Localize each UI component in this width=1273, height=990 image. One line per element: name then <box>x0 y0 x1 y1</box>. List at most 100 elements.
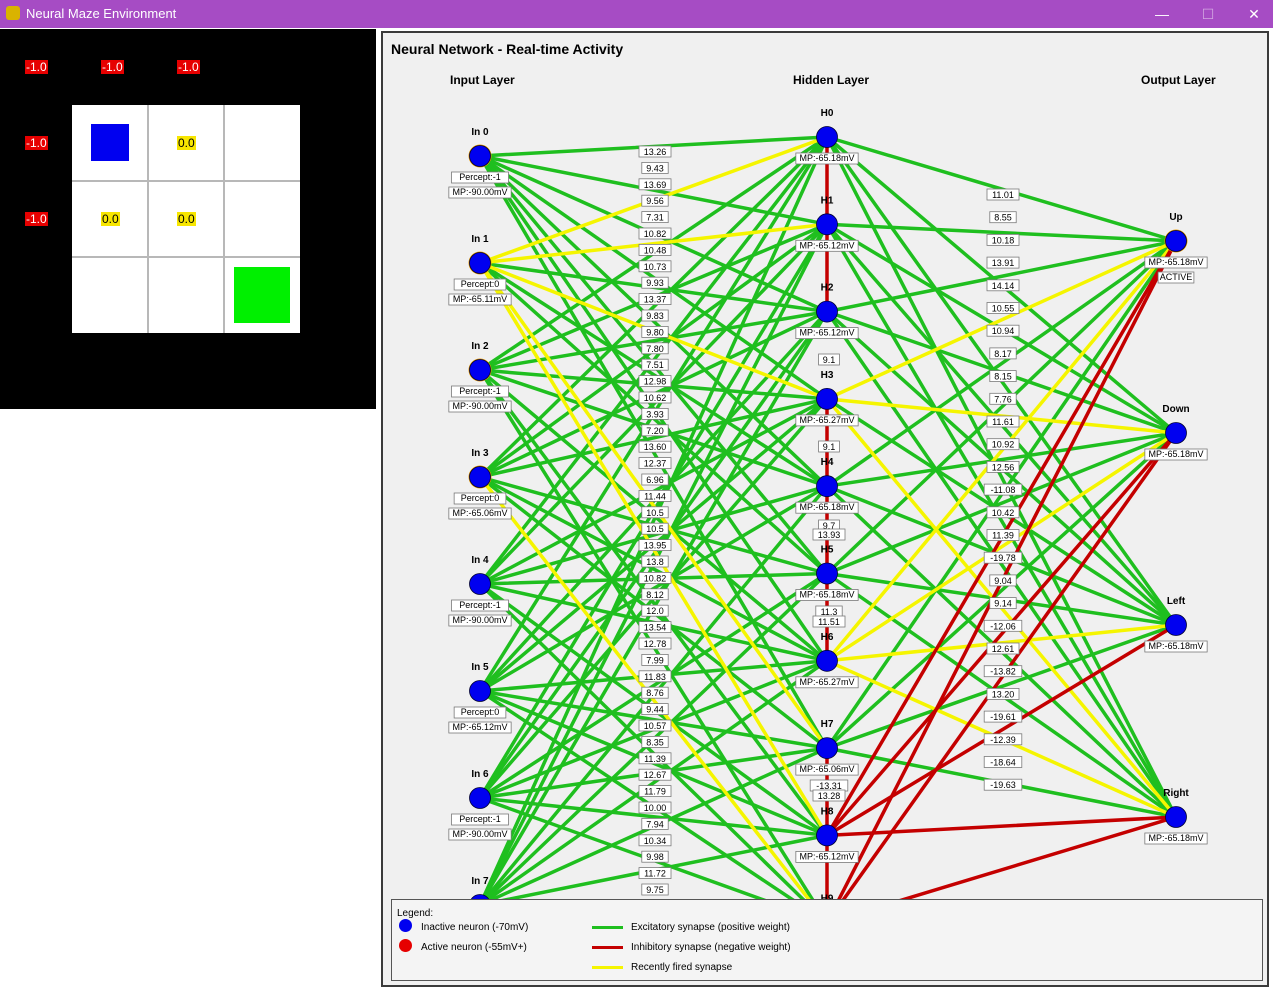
window-titlebar: Neural Maze Environment — ☐ ✕ <box>0 0 1273 28</box>
neuron <box>816 213 838 236</box>
inhibitory-synapse <box>837 239 1178 899</box>
membrane-potential-label: MP:-90.00mV <box>452 615 507 625</box>
weight-label: 12.56 <box>992 462 1015 472</box>
weight-label: 6.96 <box>646 475 664 485</box>
membrane-potential-label: MP:-65.12mV <box>799 240 854 250</box>
neuron <box>469 359 491 381</box>
input-neuron-name: In 0 <box>471 127 489 138</box>
weight-label: 10.82 <box>644 229 667 239</box>
neuron <box>816 824 838 847</box>
weight-label: 9.75 <box>646 885 664 895</box>
weight-label: 8.12 <box>646 590 664 600</box>
weight-label: 7.31 <box>646 213 664 223</box>
membrane-potential-label: MP:-65.12mV <box>452 722 507 732</box>
reward-label: -1.0 <box>25 136 48 150</box>
membrane-potential-label: MP:-90.00mV <box>452 401 507 411</box>
fired-swatch <box>592 966 623 969</box>
weight-label: 11.72 <box>644 869 666 879</box>
neuron <box>816 737 838 759</box>
minimize-button[interactable]: — <box>1139 0 1185 28</box>
weight-label: 7.94 <box>646 819 664 829</box>
weight-label: 12.67 <box>644 770 667 780</box>
neuron <box>816 649 838 672</box>
percept-label: Percept:0 <box>461 707 500 717</box>
weight-label: 10.57 <box>644 721 667 731</box>
close-button[interactable]: ✕ <box>1231 0 1273 28</box>
hidden-neuron-name: H6 <box>821 632 834 643</box>
weight-label: 11.01 <box>992 190 1014 200</box>
weight-label: 7.80 <box>646 344 664 354</box>
percept-label: Percept:0 <box>461 279 500 289</box>
hidden-neuron-name: H5 <box>821 545 834 556</box>
legend-excitatory: Excitatory synapse (positive weight) <box>631 922 790 933</box>
hidden-neuron-name: H2 <box>821 283 834 294</box>
weight-label: 13.37 <box>644 295 667 305</box>
hidden-neuron-name: H3 <box>821 370 834 381</box>
active-neuron-swatch <box>399 939 412 952</box>
weight-label: 13.60 <box>644 442 667 452</box>
reward-label: -1.0 <box>25 212 48 226</box>
weight-label: 7.76 <box>994 394 1012 404</box>
neuron <box>1165 806 1187 828</box>
weight-label: 8.55 <box>994 213 1012 223</box>
weight-label: -18.64 <box>990 758 1016 768</box>
membrane-potential-label: MP:-65.06mV <box>799 764 854 774</box>
weight-label: 13.69 <box>644 180 667 190</box>
weight-label: 10.42 <box>992 508 1015 518</box>
input-neuron-name: In 3 <box>471 448 489 459</box>
weight-label: 10.94 <box>992 326 1015 336</box>
weight-label: 10.18 <box>992 235 1015 245</box>
membrane-potential-label: MP:-65.18mV <box>799 502 854 512</box>
status-label: ACTIVE <box>1160 272 1193 282</box>
weight-label: -19.63 <box>990 780 1016 790</box>
weight-label: -19.78 <box>990 553 1016 563</box>
input-neuron-name: In 4 <box>471 555 489 566</box>
input-neuron-name: In 2 <box>471 341 489 352</box>
neuron <box>469 573 491 595</box>
legend-fired: Recently fired synapse <box>631 962 733 973</box>
membrane-potential-label: MP:-90.00mV <box>452 187 507 197</box>
weight-label: 10.62 <box>644 393 667 403</box>
neuron <box>816 300 838 323</box>
neuron <box>816 475 838 498</box>
weight-label: 10.48 <box>644 245 667 255</box>
agent-square <box>91 124 129 161</box>
neuron <box>469 466 491 488</box>
weight-label: 7.51 <box>646 360 664 370</box>
neuron <box>469 252 491 274</box>
weight-label: 10.5 <box>646 524 664 534</box>
reward-label: -1.0 <box>101 60 124 74</box>
membrane-potential-label: MP:-65.12mV <box>799 328 854 338</box>
weight-label: 12.61 <box>992 644 1015 654</box>
percept-label: Percept:-1 <box>459 814 501 824</box>
input-neuron-name: In 6 <box>471 769 489 780</box>
weight-label: 10.55 <box>992 304 1015 314</box>
output-neuron-name: Up <box>1169 212 1182 223</box>
maximize-button[interactable]: ☐ <box>1185 0 1231 28</box>
weight-label: 13.54 <box>644 623 667 633</box>
weight-label: 13.28 <box>818 791 841 801</box>
reward-label: -1.0 <box>25 60 48 74</box>
grid-line <box>72 180 300 182</box>
weight-label: 11.39 <box>992 531 1014 541</box>
membrane-potential-label: MP:-65.11mV <box>453 294 507 304</box>
weight-label: -13.82 <box>990 667 1016 677</box>
percept-label: Percept:-1 <box>459 600 501 610</box>
weight-label: 10.00 <box>644 803 667 813</box>
window-title: Neural Maze Environment <box>26 6 177 21</box>
hidden-neuron-name: H7 <box>821 719 834 730</box>
reward-label: 0.0 <box>177 136 196 150</box>
percept-label: Percept:-1 <box>459 386 501 396</box>
neuron <box>1165 614 1187 636</box>
weight-label: 8.15 <box>994 372 1012 382</box>
weight-label: 13.20 <box>992 689 1015 699</box>
weight-label: 13.93 <box>818 530 841 540</box>
weight-label: 11.79 <box>644 787 666 797</box>
weight-label: 14.14 <box>992 281 1015 291</box>
reward-label: 0.0 <box>177 212 196 226</box>
legend-title: Legend: <box>397 908 434 919</box>
hidden-neuron-name: H8 <box>821 806 834 817</box>
output-neuron-name: Right <box>1163 788 1189 799</box>
weight-label: -13.31 <box>816 781 842 791</box>
membrane-potential-label: MP:-65.18mV <box>799 153 854 163</box>
